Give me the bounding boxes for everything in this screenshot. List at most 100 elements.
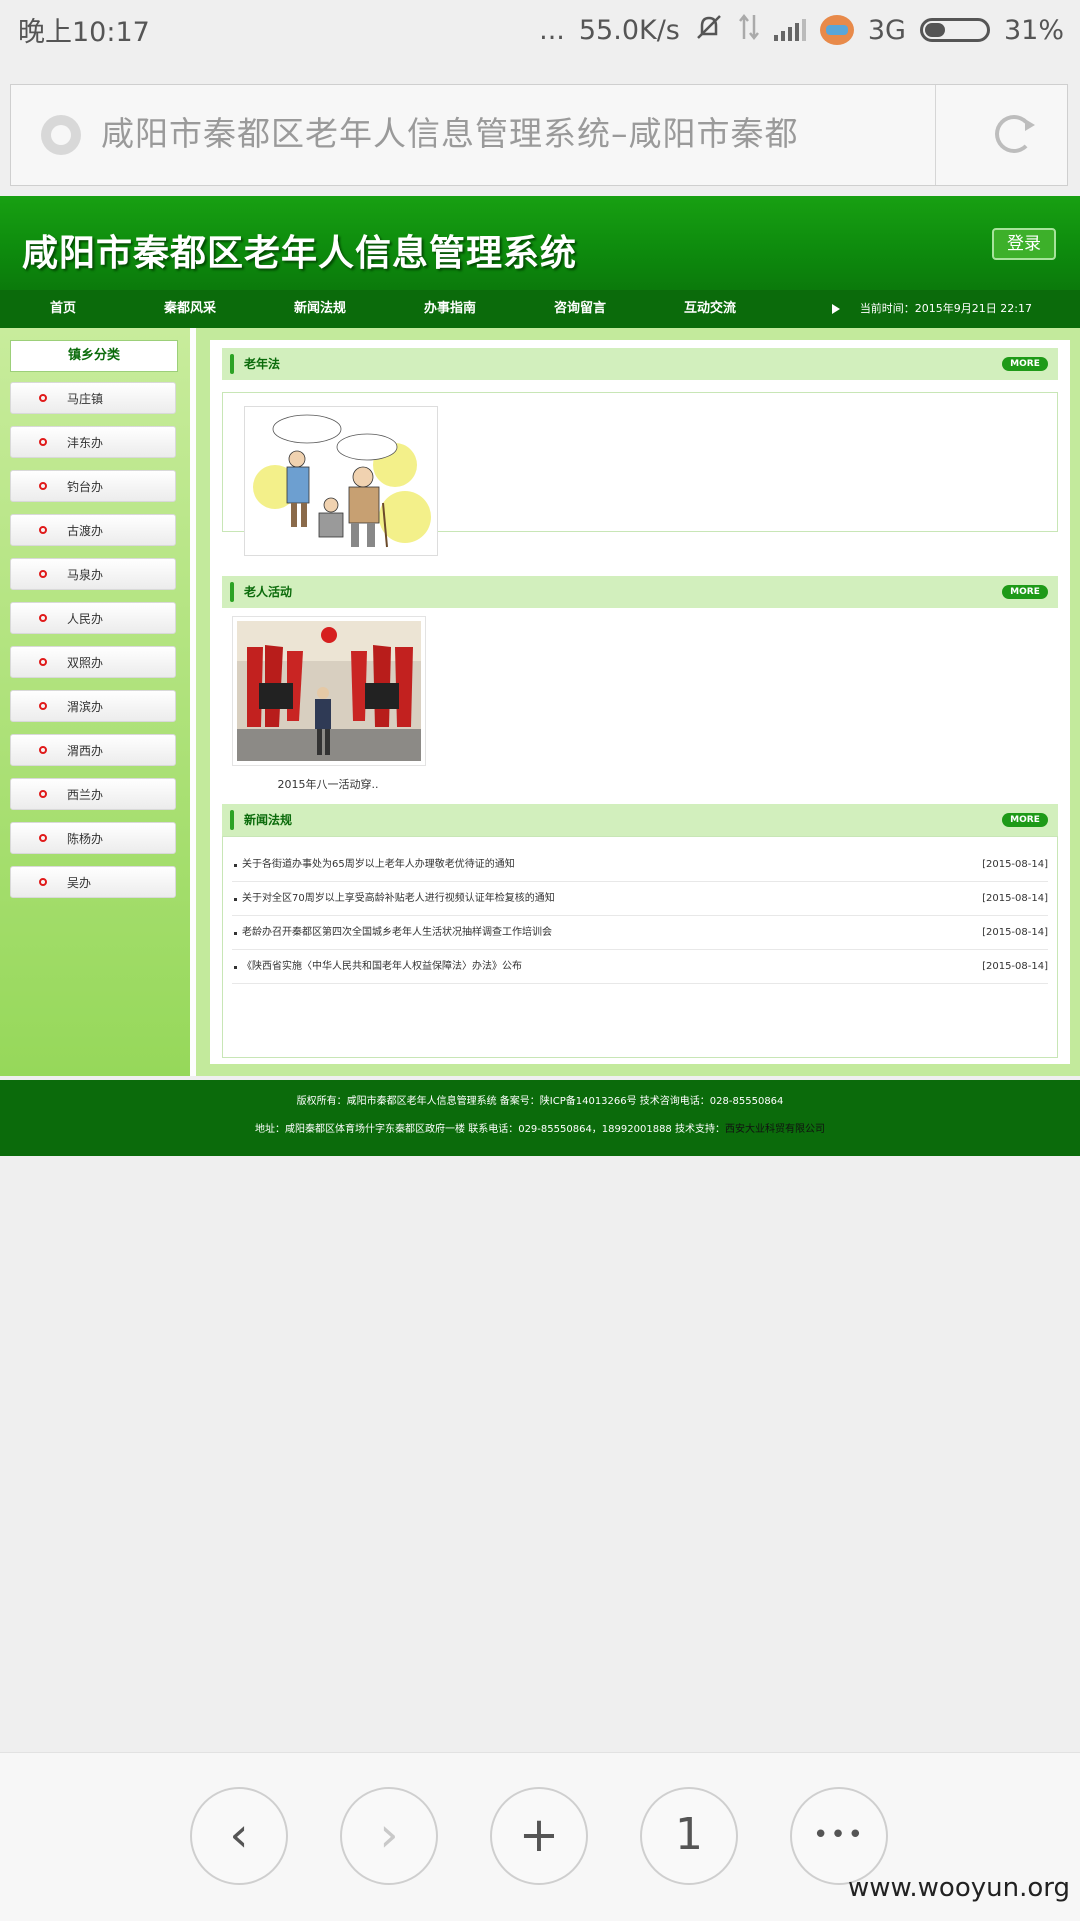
mute-bell-icon bbox=[694, 12, 724, 49]
more-button[interactable]: MORE bbox=[1002, 357, 1048, 371]
menu-button[interactable]: ••• bbox=[790, 1787, 888, 1885]
more-button[interactable]: MORE bbox=[1002, 585, 1048, 599]
nav-qindu-style[interactable]: 秦都风采 bbox=[164, 290, 216, 328]
site-header: 咸阳市秦都区老年人信息管理系统 登录 bbox=[0, 196, 1080, 290]
watermark: www.wooyun.org bbox=[847, 1873, 1070, 1903]
bullet-icon bbox=[39, 482, 47, 490]
sidebar-item[interactable]: 人民办 bbox=[10, 602, 176, 634]
bullet-icon bbox=[234, 898, 237, 901]
data-transfer-icon bbox=[738, 13, 760, 48]
sidebar-item[interactable]: 渭西办 bbox=[10, 734, 176, 766]
page-title-field[interactable]: 咸阳市秦都区老年人信息管理系统–咸阳市秦都 bbox=[101, 107, 921, 155]
main-panel: 老年法 MORE 老人活动 MORE 2015年八一活动穿.. 新闻法规 MOR… bbox=[210, 340, 1070, 1064]
address-bar[interactable]: 咸阳市秦都区老年人信息管理系统–咸阳市秦都 bbox=[10, 84, 1068, 186]
bullet-icon bbox=[39, 746, 47, 754]
news-title[interactable]: 关于对全区70周岁以上享受高龄补贴老人进行视频认证年检复核的通知 bbox=[242, 882, 555, 915]
activity-photo-caption[interactable]: 2015年八一活动穿.. bbox=[232, 776, 424, 792]
bullet-icon bbox=[39, 526, 47, 534]
news-item[interactable]: 关于对全区70周岁以上享受高龄补贴老人进行视频认证年检复核的通知 [2015-0… bbox=[232, 882, 1048, 916]
sidebar-item-label: 渭西办 bbox=[67, 744, 104, 758]
news-title[interactable]: 关于各街道办事处为65周岁以上老年人办理敬老优待证的通知 bbox=[242, 848, 515, 881]
new-tab-button[interactable]: + bbox=[490, 1787, 588, 1885]
status-time: 晚上10:17 bbox=[18, 17, 150, 48]
sidebar-item-label: 人民办 bbox=[67, 612, 104, 626]
play-arrow-icon bbox=[832, 304, 840, 314]
bullet-icon bbox=[39, 878, 47, 886]
section-elderly-law-header: 老年法 MORE bbox=[222, 348, 1058, 380]
sidebar-item-label: 古渡办 bbox=[67, 524, 104, 538]
more-dots-icon: ••• bbox=[812, 1820, 865, 1850]
bullet-icon bbox=[39, 834, 47, 842]
status-icons: ... 55.0K/s 3G 31% bbox=[539, 10, 1064, 50]
nav-interact[interactable]: 互动交流 bbox=[684, 290, 736, 328]
bullet-icon bbox=[39, 570, 47, 578]
app-avatar-icon bbox=[819, 15, 854, 45]
back-button[interactable]: ‹ bbox=[190, 1787, 288, 1885]
sidebar-item[interactable]: 双照办 bbox=[10, 646, 176, 678]
nav-news-law[interactable]: 新闻法规 bbox=[294, 290, 346, 328]
bullet-icon bbox=[39, 614, 47, 622]
reload-icon[interactable] bbox=[995, 115, 1035, 153]
site-footer: 版权所有：咸阳市秦都区老年人信息管理系统 备案号：陕ICP备14013266号 … bbox=[0, 1080, 1080, 1156]
news-date: [2015-08-14] bbox=[982, 859, 1048, 870]
sidebar-item[interactable]: 渭滨办 bbox=[10, 690, 176, 722]
battery-percent: 31% bbox=[1003, 14, 1064, 46]
section-news-header: 新闻法规 MORE bbox=[222, 804, 1058, 836]
sidebar-item[interactable]: 吴办 bbox=[10, 866, 176, 898]
bullet-icon bbox=[39, 658, 47, 666]
news-item[interactable]: 关于各街道办事处为65周岁以上老年人办理敬老优待证的通知 [2015-08-14… bbox=[232, 848, 1048, 882]
activity-photo[interactable] bbox=[232, 616, 426, 766]
more-button[interactable]: MORE bbox=[1002, 813, 1048, 827]
nav-guide[interactable]: 办事指南 bbox=[424, 290, 476, 328]
section-title: 新闻法规 bbox=[244, 813, 293, 827]
section-title: 老年法 bbox=[244, 357, 281, 371]
footer-company-link[interactable]: 西安大业科贸有限公司 bbox=[725, 1124, 825, 1135]
sidebar-item-label: 马泉办 bbox=[67, 568, 104, 582]
more-dots-icon: ... bbox=[539, 14, 565, 46]
sidebar-item[interactable]: 马庄镇 bbox=[10, 382, 176, 414]
bullet-icon bbox=[39, 394, 47, 402]
sidebar-item-label: 沣东办 bbox=[67, 436, 104, 450]
sidebar-item[interactable]: 钓台办 bbox=[10, 470, 176, 502]
sidebar-item[interactable]: 古渡办 bbox=[10, 514, 176, 546]
current-time: 当前时间：2015年9月21日 22:17 bbox=[859, 302, 1032, 315]
battery-icon bbox=[919, 18, 990, 42]
back-icon: ‹ bbox=[229, 1807, 249, 1863]
sidebar-item-label: 钓台办 bbox=[67, 480, 104, 494]
section-bar-icon bbox=[230, 582, 234, 602]
news-title[interactable]: 老龄办召开秦都区第四次全国城乡老年人生活状况抽样调查工作培训会 bbox=[242, 916, 552, 949]
sidebar: 镇乡分类 马庄镇 沣东办 钓台办 古渡办 马泉办 人民办 双照办 渭滨办 渭西办… bbox=[0, 328, 190, 1076]
news-title[interactable]: 《陕西省实施〈中华人民共和国老年人权益保障法〉办法》公布 bbox=[242, 950, 522, 983]
signal-icon bbox=[773, 19, 806, 41]
tabs-button[interactable]: 1 bbox=[640, 1787, 738, 1885]
status-bar: 晚上10:17 ... 55.0K/s 3G 31% bbox=[0, 0, 1080, 70]
sidebar-item[interactable]: 沣东办 bbox=[10, 426, 176, 458]
browser-toolbar: ‹ › + 1 ••• www.wooyun.org bbox=[0, 1752, 1080, 1921]
footer-address: 地址：咸阳秦都区体育场什字东秦都区政府一楼 联系电话：029-85550864，… bbox=[0, 1122, 1080, 1138]
sidebar-item-label: 渭滨办 bbox=[67, 700, 104, 714]
site-nav: 首页 秦都风采 新闻法规 办事指南 咨询留言 互动交流 当前时间：2015年9月… bbox=[0, 290, 1080, 328]
footer-copyright: 版权所有：咸阳市秦都区老年人信息管理系统 备案号：陕ICP备14013266号 … bbox=[296, 1096, 784, 1107]
section-bar-icon bbox=[230, 810, 234, 830]
divider bbox=[935, 85, 936, 185]
sidebar-item-label: 西兰办 bbox=[67, 788, 104, 802]
sidebar-separator bbox=[190, 328, 202, 1076]
section-title: 老人活动 bbox=[244, 585, 293, 599]
login-button[interactable]: 登录 bbox=[992, 228, 1056, 260]
news-item[interactable]: 老龄办召开秦都区第四次全国城乡老年人生活状况抽样调查工作培训会 [2015-08… bbox=[232, 916, 1048, 950]
sidebar-item[interactable]: 马泉办 bbox=[10, 558, 176, 590]
network-type: 3G bbox=[867, 14, 906, 46]
nav-consult[interactable]: 咨询留言 bbox=[554, 290, 606, 328]
section-bar-icon bbox=[230, 354, 234, 374]
forward-button[interactable]: › bbox=[340, 1787, 438, 1885]
sidebar-item-label: 陈杨办 bbox=[67, 832, 104, 846]
news-date: [2015-08-14] bbox=[982, 927, 1048, 938]
network-speed: 55.0K/s bbox=[578, 14, 680, 46]
news-item[interactable]: 《陕西省实施〈中华人民共和国老年人权益保障法〉办法》公布 [2015-08-14… bbox=[232, 950, 1048, 984]
nav-home[interactable]: 首页 bbox=[50, 290, 76, 328]
sidebar-item-label: 马庄镇 bbox=[67, 392, 104, 406]
cartoon-image[interactable] bbox=[244, 406, 438, 556]
sidebar-item[interactable]: 西兰办 bbox=[10, 778, 176, 810]
sidebar-item[interactable]: 陈杨办 bbox=[10, 822, 176, 854]
sidebar-item-label: 双照办 bbox=[67, 656, 104, 670]
